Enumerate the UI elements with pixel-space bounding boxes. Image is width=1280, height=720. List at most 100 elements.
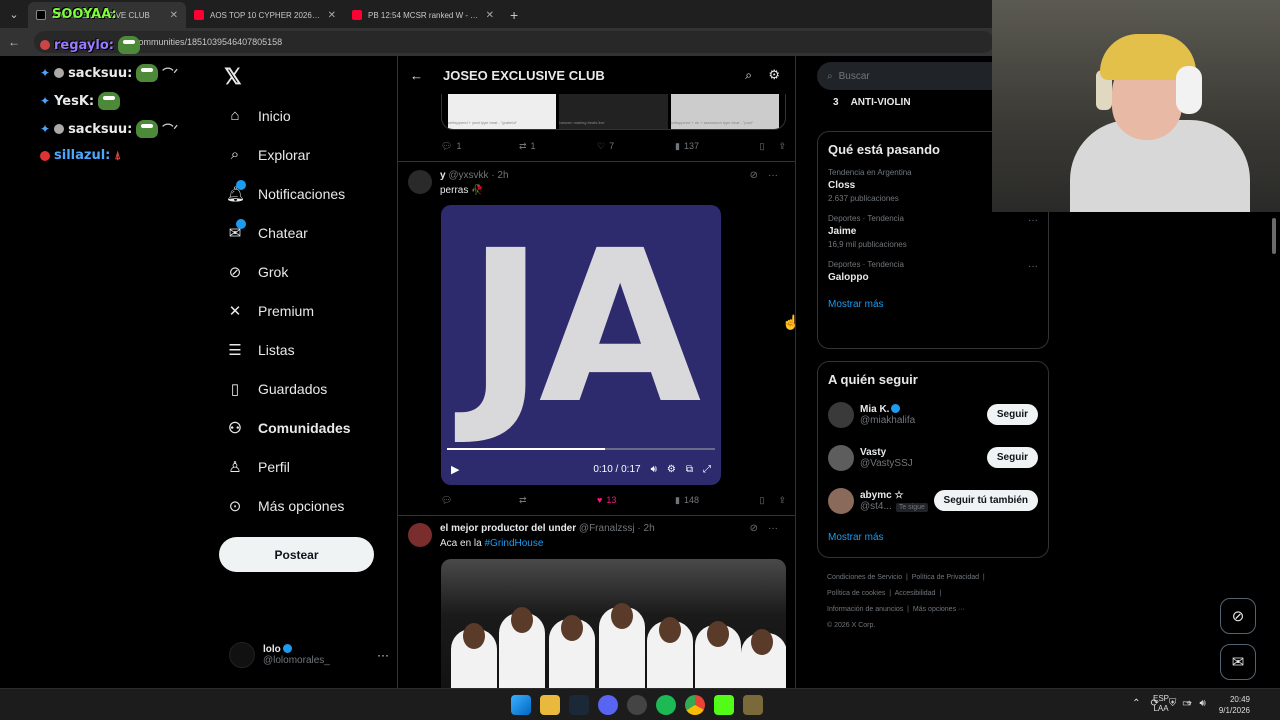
reply-button[interactable]: 💬︎ 1 <box>441 141 519 152</box>
post-time[interactable]: 2h <box>497 170 508 181</box>
follow-button[interactable]: Seguir <box>986 404 1038 425</box>
trend-item[interactable]: ··· Deportes · Tendencia Galoppo <box>818 255 1048 289</box>
video-scrubber[interactable] <box>447 448 715 450</box>
reply-button[interactable]: 💬︎ <box>441 495 519 506</box>
previous-post-media[interactable]: settsppend + yeat type beat - "grateful"… <box>441 94 786 130</box>
nav-item-listas[interactable]: ☰ Listas <box>220 330 390 369</box>
avatar[interactable] <box>828 444 854 471</box>
nav-item-grok[interactable]: ⊘ Grok <box>220 252 390 291</box>
chrome-icon[interactable] <box>685 695 705 715</box>
like-button[interactable]: ♥ 13 <box>597 495 675 505</box>
footer-link[interactable]: Política de cookies <box>827 590 885 597</box>
share-icon[interactable]: ⇪ <box>778 141 786 152</box>
fullscreen-icon[interactable]: ⤢ <box>703 464 711 475</box>
grok-icon[interactable]: ⊘ <box>750 523 758 534</box>
gear-icon[interactable]: ⚙ <box>667 464 676 475</box>
avatar[interactable] <box>828 401 854 428</box>
x-logo-icon[interactable]: 𝕏 <box>224 64 242 90</box>
file-explorer-icon[interactable] <box>540 695 560 715</box>
views-button[interactable]: ▮ 137 <box>675 141 753 152</box>
footer-link[interactable]: Condiciones de Servicio <box>827 574 902 581</box>
hashtag-link[interactable]: #GrindHouse <box>484 538 543 549</box>
grok-icon[interactable]: ⊘ <box>750 170 758 181</box>
nav-item-premium[interactable]: ✕ Premium <box>220 291 390 330</box>
post-button[interactable]: Postear <box>219 537 374 572</box>
windows-start-icon[interactable] <box>511 695 531 715</box>
video-player[interactable]: JA ▶ 0:10 / 0:17 🔊︎ ⚙ ⧉ ⤢ <box>441 205 721 485</box>
nav-item-perfil[interactable]: ♙ Perfil <box>220 447 390 486</box>
close-tab-icon[interactable]: ✕ <box>486 10 494 21</box>
grok-floating-button[interactable]: ⊘ <box>1220 598 1256 634</box>
back-arrow-icon[interactable]: ← <box>0 35 28 49</box>
footer-link[interactable]: Información de anuncios <box>827 606 903 613</box>
footer-link[interactable]: Política de Privacidad <box>912 574 979 581</box>
post-time[interactable]: 2h <box>644 523 655 534</box>
post-photo[interactable] <box>441 559 786 688</box>
share-icon[interactable]: ⇪ <box>778 495 786 506</box>
show-more-link[interactable]: Mostrar más <box>818 289 1048 320</box>
browser-tab-1[interactable]: AOS TOP 10 CYPHER 2026 ARG ✕ <box>186 2 344 28</box>
post-author-handle[interactable]: @Franalzssj <box>579 523 635 534</box>
taskbar-clock[interactable]: 20:49 9/1/2026 <box>1219 694 1250 716</box>
nav-item-inicio[interactable]: ⌂ Inicio <box>220 96 390 135</box>
nav-item-notificaciones[interactable]: 🔔︎ Notificaciones <box>220 174 390 213</box>
steam-icon[interactable] <box>569 695 589 715</box>
quick-settings[interactable]: ▭ 🔊︎ <box>1182 698 1206 709</box>
media-thumbnail[interactable]: settsppend + ok + assmason type beat - "… <box>670 94 779 129</box>
more-dots-icon[interactable]: ··· <box>1028 261 1038 272</box>
follow-suggestion[interactable]: abymc ☆ @st4... Te sigue Seguir tú tambié… <box>818 479 1048 522</box>
repost-button[interactable]: ⇄ 1 <box>519 141 597 152</box>
obs-icon[interactable] <box>627 695 647 715</box>
pip-icon[interactable]: ⧉ <box>686 464 693 475</box>
back-arrow-icon[interactable]: ← <box>410 68 423 83</box>
more-dots-icon[interactable]: ··· <box>377 648 389 662</box>
media-thumbnail[interactable]: settsppend + yeat type beat - "grateful" <box>448 94 557 129</box>
browser-tab-2[interactable]: PB 12:54 MCSR ranked W - YouTube ✕ <box>344 2 502 28</box>
nav-item-comunidades[interactable]: ⚇ Comunidades <box>220 408 390 447</box>
media-thumbnail[interactable]: banzen making beats live <box>559 94 668 129</box>
nav-item-chatear[interactable]: ✉ Chatear <box>220 213 390 252</box>
page-scrollbar[interactable] <box>1272 218 1276 254</box>
account-switcher[interactable]: lolo @lolomorales_ ··· <box>229 642 389 668</box>
more-dots-icon[interactable]: ··· <box>768 170 778 181</box>
more-dots-icon[interactable]: ··· <box>768 523 778 534</box>
bookmark-icon[interactable]: ▯ <box>760 141 765 152</box>
avatar[interactable] <box>828 487 854 514</box>
kick-icon[interactable] <box>714 695 734 715</box>
shield-icon[interactable]: ⛨ <box>1169 698 1177 709</box>
footer-link[interactable]: Accesibilidad <box>895 590 936 597</box>
spotify-icon[interactable] <box>656 695 676 715</box>
show-more-link[interactable]: Mostrar más <box>818 522 1048 553</box>
repost-button[interactable]: ⇄ <box>519 495 597 506</box>
new-tab-plus-icon[interactable]: + <box>502 2 526 28</box>
follow-back-button[interactable]: Seguir tú también <box>933 490 1038 511</box>
post-author-handle[interactable]: @yxsvkk <box>448 170 488 181</box>
nav-item-guardados[interactable]: ▯ Guardados <box>220 369 390 408</box>
nav-item-mas-opciones[interactable]: ⊙ Más opciones <box>220 486 390 525</box>
like-button[interactable]: ♡ 7 <box>597 141 675 152</box>
avatar[interactable] <box>408 523 432 547</box>
follow-suggestion[interactable]: Vasty @VastySSJ Seguir <box>818 436 1048 479</box>
tab-list-chevron-icon[interactable]: ⌄ <box>0 0 28 28</box>
close-tab-icon[interactable]: ✕ <box>170 10 178 21</box>
post-author-name[interactable]: y <box>440 170 446 181</box>
volume-icon[interactable]: 🔊︎ <box>651 464 657 475</box>
more-dots-icon[interactable]: ··· <box>1028 215 1038 226</box>
search-icon[interactable]: ⌕ <box>745 68 752 83</box>
avatar[interactable] <box>408 170 432 194</box>
chevron-up-icon[interactable]: ⌃ <box>1132 698 1140 709</box>
footer-link[interactable]: Más opciones ··· <box>913 606 965 613</box>
follow-suggestion[interactable]: Mia K. @miakhalifa Seguir <box>818 393 1048 436</box>
minecraft-icon[interactable] <box>743 695 763 715</box>
trend-item[interactable]: ··· Deportes · Tendencia Jaime 16,9 mil … <box>818 209 1048 255</box>
url-input[interactable]: communities/1851039546407805158 <box>34 31 994 53</box>
play-icon[interactable]: ▶ <box>451 463 459 476</box>
discord-icon[interactable] <box>598 695 618 715</box>
input-language[interactable]: ESP LAA <box>1153 694 1169 714</box>
bookmark-icon[interactable]: ▯ <box>760 495 765 506</box>
post-author-name[interactable]: el mejor productor del under <box>440 523 576 534</box>
gear-icon[interactable]: ⚙ <box>768 67 780 83</box>
nav-item-explorar[interactable]: ⌕ Explorar <box>220 135 390 174</box>
follow-button[interactable]: Seguir <box>986 447 1038 468</box>
messages-floating-button[interactable]: ✉ <box>1220 644 1256 680</box>
